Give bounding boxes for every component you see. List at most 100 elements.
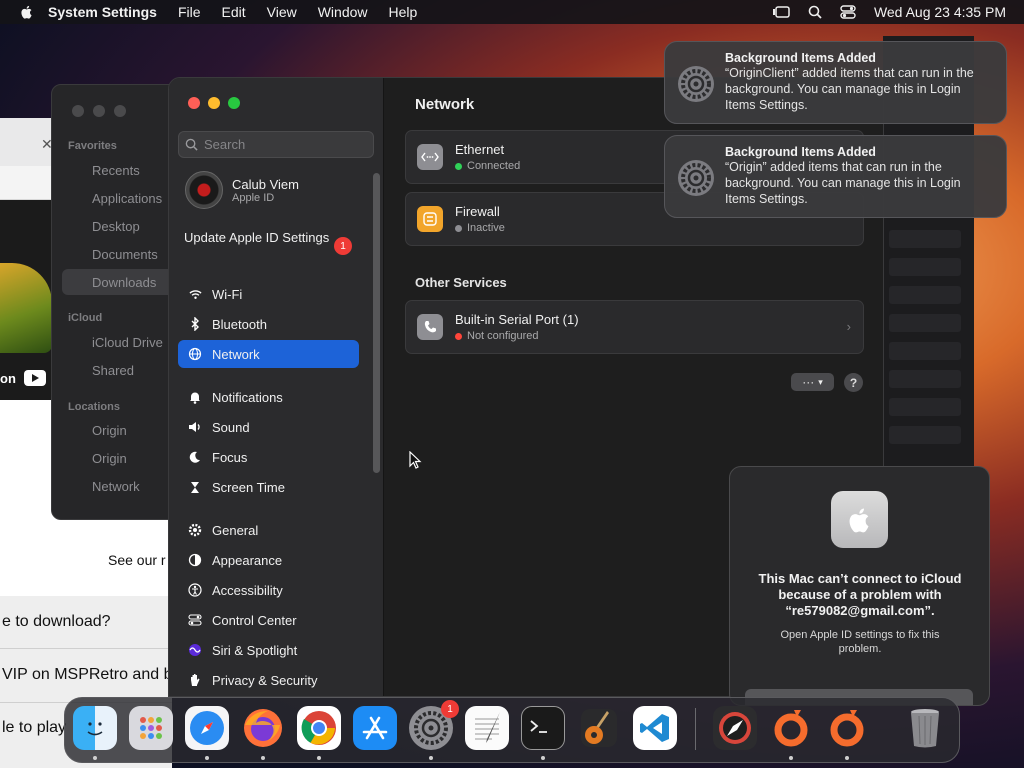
finder-item-applications[interactable]: Applications [92,191,162,206]
dock-chrome-icon[interactable] [297,706,341,750]
bell-icon [185,387,205,407]
zoom-button[interactable] [228,97,240,109]
section-header-other-services: Other Services [415,275,507,290]
running-indicator [789,756,793,760]
search-input[interactable] [204,137,364,152]
notification-body: “Origin” added items that can run in the… [725,160,961,206]
finder-item-downloads[interactable]: Downloads [92,275,156,290]
sidebar-item-label: Screen Time [212,479,285,495]
dock-firefox-icon[interactable] [241,706,285,750]
sidebar-item-sound[interactable]: Sound [178,413,359,441]
chevron-right-icon: › [846,319,851,334]
apple-menu-icon[interactable] [19,4,35,20]
dock-separator [695,708,696,750]
finder-item-origin[interactable]: Origin [92,423,127,438]
sidebar-item-accessibility[interactable]: Accessibility [178,576,359,604]
faq-question[interactable]: le to play [2,719,66,737]
sidebar-item-label: Control Center [212,612,297,628]
sidebar-item-network[interactable]: Network [178,340,359,368]
sidebar-item-focus[interactable]: Focus [178,443,359,471]
sidebar-item-screen-time[interactable]: Screen Time [178,473,359,501]
menu-window[interactable]: Window [318,4,368,20]
close-button[interactable] [188,97,200,109]
dock-finder-icon[interactable] [73,706,117,750]
other-services-card: Built-in Serial Port (1) Not configured … [405,300,864,354]
siri-icon [185,640,205,660]
sidebar-item-privacy-security[interactable]: Privacy & Security [178,666,359,694]
sidebar-item-label: General [212,522,259,538]
zoom-button[interactable] [114,105,126,117]
running-indicator [845,756,849,760]
sidebar-item-siri-spotlight[interactable]: Siri & Spotlight [178,636,359,664]
finder-item-network[interactable]: Network [92,479,140,494]
action-menu-button[interactable]: ··· ▾ [791,373,834,391]
menu-edit[interactable]: Edit [222,4,246,20]
sidebar-item-general[interactable]: General [178,516,359,544]
sidebar-item-appearance[interactable]: Appearance [178,546,359,574]
dock-compass-icon[interactable] [713,706,757,750]
faq-question[interactable]: VIP on MSPRetro and b [2,666,172,684]
dock-vscode-icon[interactable] [633,706,677,750]
youtube-icon[interactable] [24,370,46,386]
dock-garageband-icon[interactable] [577,706,621,750]
menu-file[interactable]: File [178,4,201,20]
dock-app-store-icon[interactable] [353,706,397,750]
control-center-icon[interactable] [840,5,856,19]
help-button[interactable]: ? [844,373,863,392]
moon-icon [185,447,205,467]
minimize-button[interactable] [208,97,220,109]
dock-textedit-icon[interactable] [465,706,509,750]
notification-title: Background Items Added [725,51,876,65]
sidebar-item-notifications[interactable]: Notifications [178,383,359,411]
notification-banner[interactable]: Background Items Added “Origin” added it… [664,135,1007,218]
dock-launchpad-icon[interactable] [129,706,173,750]
dock-origin-icon[interactable] [769,706,813,750]
sidebar-item-wifi[interactable]: Wi-Fi [178,280,359,308]
menu-clock[interactable]: Wed Aug 23 4:35 PM [874,4,1006,20]
search-icon [185,138,198,151]
placeholder-row [889,286,961,304]
finder-item-documents[interactable]: Documents [92,247,158,262]
dock-safari-icon[interactable] [185,706,229,750]
sidebar-section-favorites: Favorites [68,140,117,152]
dock-terminal-icon[interactable] [521,706,565,750]
dock-system-settings-icon[interactable]: 1 [409,700,459,750]
minimize-button[interactable] [93,105,105,117]
service-row-serial-port[interactable]: Built-in Serial Port (1) Not configured … [406,301,863,353]
dock-origin-icon[interactable] [825,706,869,750]
sidebar-item-bluetooth[interactable]: Bluetooth [178,310,359,338]
hand-icon [185,670,205,690]
dock-trash-icon[interactable] [903,706,947,750]
running-indicator [317,756,321,760]
stage-manager-icon[interactable] [772,5,790,19]
update-badge: 1 [334,237,352,255]
sidebar-scrollbar[interactable] [373,173,380,473]
running-indicator [93,756,97,760]
finder-item-origin[interactable]: Origin [92,451,127,466]
app-menu[interactable]: System Settings [48,4,157,20]
accessibility-icon [185,580,205,600]
sidebar-item-control-center[interactable]: Control Center [178,606,359,634]
chevron-down-icon: ▾ [818,376,823,387]
notification-badge: 1 [441,700,459,718]
search-icon[interactable] [808,5,822,19]
window-controls [188,97,240,109]
menu-help[interactable]: Help [389,4,418,20]
menu-view[interactable]: View [267,4,297,20]
placeholder-row [889,230,961,248]
apple-id-profile[interactable]: Calub Viem Apple ID [185,170,375,210]
profile-subtitle: Apple ID [232,191,275,204]
finder-item-icloud-drive[interactable]: iCloud Drive [92,335,163,350]
finder-item-desktop[interactable]: Desktop [92,219,140,234]
placeholder-row [889,258,961,276]
notification-banner[interactable]: Background Items Added “OriginClient” ad… [664,41,1007,124]
close-button[interactable] [72,105,84,117]
finder-item-recents[interactable]: Recents [92,163,140,178]
action-label: ··· [802,375,815,389]
page-title: Network [415,96,475,113]
search-field[interactable] [178,131,374,158]
finder-item-shared[interactable]: Shared [92,363,134,378]
background-finder-window: Favorites Recents Applications Desktop D… [51,84,171,520]
faq-question[interactable]: e to download? [2,613,111,631]
service-name: Built-in Serial Port (1) [455,312,579,327]
